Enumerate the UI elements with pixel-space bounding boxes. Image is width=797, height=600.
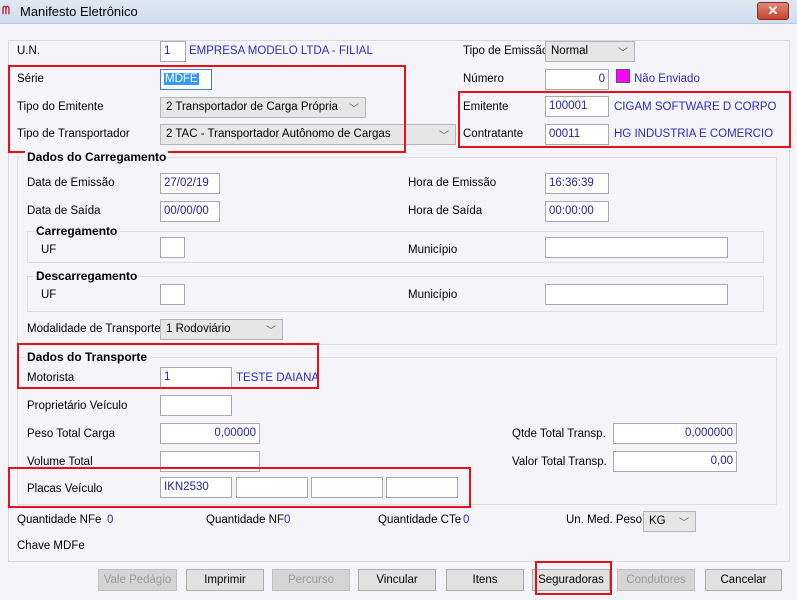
qtde-input[interactable]: 0,000000 [613, 423, 737, 444]
qtd-nf-label: Quantidade NF [206, 514, 284, 526]
qtd-cte-value: 0 [463, 514, 470, 526]
chevron-down-icon: ﹀ [439, 131, 449, 142]
carreg-title: Carregamento [34, 224, 120, 238]
descarreg-municipio-label: Município [408, 289, 458, 301]
hora-saida-label: Hora de Saída [408, 205, 483, 217]
status-color-indicator [616, 69, 630, 83]
carreg-municipio-input[interactable] [545, 237, 728, 258]
unmed-value: KG [649, 515, 666, 527]
unmed-label: Un. Med. Peso [566, 514, 643, 526]
descarreg-title: Descarregamento [34, 269, 140, 283]
qtde-label: Qtde Total Transp. [512, 428, 606, 440]
numero-label: Número [463, 73, 504, 85]
descarreg-uf-input[interactable] [160, 284, 185, 305]
highlight-box [17, 343, 319, 389]
chevron-down-icon: ﹀ [679, 518, 689, 529]
peso-label: Peso Total Carga [27, 428, 116, 440]
cancelar-button[interactable]: Cancelar [705, 569, 782, 591]
close-button[interactable]: ✕ [757, 2, 789, 20]
un-name: EMPRESA MODELO LTDA - FILIAL [189, 45, 373, 57]
tipo-emissao-label: Tipo de Emissão [463, 45, 549, 57]
descarreg-uf-label: UF [41, 289, 57, 301]
carreg-municipio-label: Município [408, 244, 458, 256]
tipo-emissao-select[interactable]: Normal ﹀ [545, 41, 635, 62]
valor-input[interactable]: 0,00 [613, 451, 737, 472]
un-label: U.N. [17, 45, 40, 57]
data-emissao-label: Data de Emissão [27, 177, 115, 189]
highlight-box [8, 65, 406, 153]
itens-button[interactable]: Itens [446, 569, 524, 591]
qtd-cte-label: Quantidade CTe [378, 514, 462, 526]
carregamento-title: Dados do Carregamento [25, 150, 169, 164]
data-saida-input[interactable]: 00/00/00 [160, 201, 220, 222]
window-title: Manifesto Eletrônico [20, 4, 138, 19]
qtd-nfe-label: Quantidade NFe [17, 514, 102, 526]
hora-saida-input[interactable]: 00:00:00 [545, 201, 609, 222]
proprietario-label: Proprietário Veículo [27, 400, 128, 412]
chevron-down-icon: ﹀ [618, 48, 628, 59]
carreg-uf-label: UF [41, 244, 57, 256]
qtd-nf-value: 0 [284, 514, 291, 526]
valor-label: Valor Total Transp. [512, 456, 607, 468]
descarreg-municipio-input[interactable] [545, 284, 728, 305]
modalidade-label: Modalidade de Transporte [27, 323, 161, 335]
highlight-box [535, 561, 612, 595]
proprietario-input[interactable] [160, 395, 232, 416]
qtd-nfe-value: 0 [107, 514, 114, 526]
percurso-button[interactable]: Percurso [272, 569, 350, 591]
status-text: Não Enviado [634, 73, 700, 85]
tipo-emissao-value: Normal [551, 45, 589, 57]
highlight-box [458, 91, 791, 148]
chave-label: Chave MDFe [17, 540, 85, 552]
un-input[interactable]: 1 [160, 41, 186, 62]
vincular-button[interactable]: Vincular [358, 569, 436, 591]
app-logo-icon: ᗰ [2, 5, 10, 17]
modalidade-select[interactable]: 1 Rodoviário ﹀ [160, 319, 283, 340]
unmed-select[interactable]: KG ﹀ [643, 511, 696, 532]
condutores-button[interactable]: Condutores [617, 569, 695, 591]
highlight-box [8, 467, 471, 508]
vale-pedagio-button[interactable]: Vale Pedágio [98, 569, 177, 591]
imprimir-button[interactable]: Imprimir [186, 569, 264, 591]
numero-input[interactable]: 0 [545, 69, 609, 90]
data-saida-label: Data de Saída [27, 205, 101, 217]
peso-input[interactable]: 0,00000 [160, 423, 260, 444]
data-emissao-input[interactable]: 27/02/19 [160, 173, 220, 194]
hora-emissao-label: Hora de Emissão [408, 177, 497, 189]
hora-emissao-input[interactable]: 16:36:39 [545, 173, 609, 194]
chevron-down-icon: ﹀ [266, 326, 276, 337]
carreg-uf-input[interactable] [160, 237, 185, 258]
modalidade-value: 1 Rodoviário [166, 323, 231, 335]
